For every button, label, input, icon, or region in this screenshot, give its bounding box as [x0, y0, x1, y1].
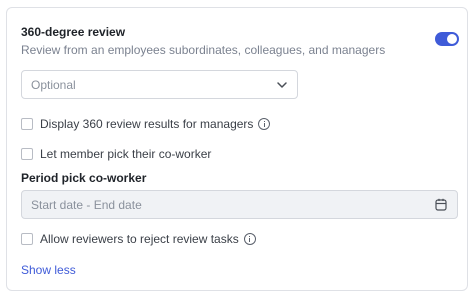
allow-reject-checkbox[interactable]	[21, 233, 33, 245]
display-results-checkbox[interactable]	[21, 118, 33, 130]
calendar-icon	[435, 198, 447, 211]
info-icon[interactable]	[258, 118, 271, 130]
toggle-knob	[447, 34, 457, 44]
member-pick-option: Let member pick their co-worker	[21, 146, 211, 162]
display-results-option: Display 360 review results for managers	[21, 116, 271, 132]
review-requirement-select[interactable]: Optional	[21, 70, 298, 99]
display-results-label: Display 360 review results for managers	[40, 117, 254, 131]
period-label: Period pick co-worker	[21, 171, 147, 185]
enable-360-review-toggle[interactable]	[435, 32, 459, 46]
period-date-range-input[interactable]: Start date - End date	[21, 190, 458, 219]
section-subtitle: Review from an employees subordinates, c…	[21, 43, 386, 57]
date-placeholder: Start date - End date	[31, 198, 142, 212]
review-settings-card: 360-degree review Review from an employe…	[6, 7, 468, 291]
section-title: 360-degree review	[21, 25, 126, 39]
member-pick-label: Let member pick their co-worker	[40, 147, 212, 161]
allow-reject-label: Allow reviewers to reject review tasks	[40, 232, 239, 246]
select-value: Optional	[31, 78, 76, 92]
member-pick-checkbox[interactable]	[21, 148, 33, 160]
show-less-link[interactable]: Show less	[21, 263, 76, 277]
info-icon[interactable]	[243, 233, 256, 245]
allow-reject-option: Allow reviewers to reject review tasks	[21, 231, 256, 247]
chevron-down-icon	[277, 82, 287, 88]
